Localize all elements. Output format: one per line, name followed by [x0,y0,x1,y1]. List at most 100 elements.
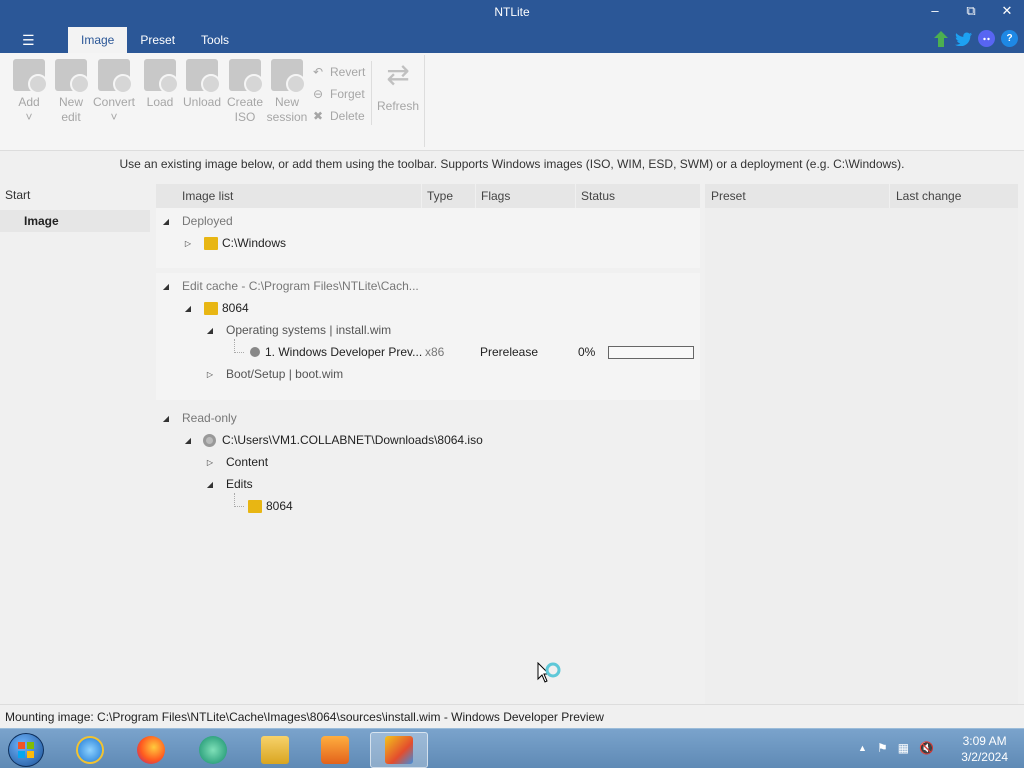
image-list-header: Image list Type Flags Status [156,184,700,208]
expand-arrow-icon[interactable]: ▷ [205,458,215,467]
windows-logo-icon [18,742,34,758]
ribbon-toolbar: Add ˅ New edit Convert ˅ Load Unload Cre… [0,53,1024,151]
busy-cursor-icon [537,662,561,683]
network-icon[interactable]: ▦ [898,741,909,755]
tab-tools[interactable]: Tools [188,27,242,53]
twitter-icon[interactable] [955,30,972,47]
volume-muted-icon[interactable]: 🔇 [919,741,934,755]
ntlite-icon[interactable] [370,732,428,768]
minimize-button[interactable]: ‒ [924,3,946,19]
system-tray: ▲ ⚑ ▦ 🔇 [858,741,934,755]
help-icon[interactable]: ? [1001,30,1018,47]
new-session-button[interactable]: New session [266,59,308,125]
folder-icon [204,301,218,315]
progress-bar [608,346,694,359]
close-button[interactable]: ✕ [996,3,1018,19]
group-deployed: ◢ Deployed ▷ C:\Windows [156,208,700,268]
new-edit-icon [55,59,90,94]
collapse-arrow-icon[interactable]: ◢ [183,436,193,445]
col-flags[interactable]: Flags [476,184,576,208]
col-image-list[interactable]: Image list [156,184,422,208]
window-controls: ‒ ⧉ ✕ [924,3,1018,19]
collapse-arrow-icon[interactable]: ◢ [183,304,193,313]
start-button[interactable] [8,733,44,767]
collapse-arrow-icon[interactable]: ◢ [161,217,171,226]
show-hidden-icons-button[interactable]: ▲ [858,741,867,755]
update-arrow-icon[interactable] [932,30,949,47]
collapse-arrow-icon[interactable]: ◢ [161,414,171,423]
nav-start[interactable]: Start [0,184,150,206]
internet-explorer-icon[interactable] [64,732,116,768]
app-icon[interactable] [187,732,239,768]
tree-item[interactable]: ◢ C:\Users\VM1.COLLABNET\Downloads\8064.… [156,429,700,451]
unload-button[interactable]: Unload [181,59,223,110]
firefox-icon[interactable] [125,732,177,768]
col-preset[interactable]: Preset [705,184,890,208]
hamburger-menu-icon[interactable]: ☰ [22,32,35,49]
image-list-panel: Image list Type Flags Status ◢ Deployed … [156,184,700,705]
col-last-change[interactable]: Last change [890,184,1018,208]
expand-arrow-icon[interactable]: ▷ [205,370,215,379]
revert-icon: ↶ [312,65,324,79]
preset-panel: Preset Last change [705,184,1018,704]
preset-list[interactable] [705,208,1018,704]
delete-icon: ✖ [312,109,324,123]
tree-item[interactable]: ▷ Boot/Setup | boot.wim [156,363,700,385]
create-iso-button[interactable]: Create ISO [224,59,266,125]
toolbar-separator [424,55,425,147]
tab-image[interactable]: Image [68,27,128,53]
action-center-flag-icon[interactable]: ⚑ [877,741,888,755]
revert-button[interactable]: ↶ Revert [311,61,365,83]
tree-item[interactable]: ◢ Operating systems | install.wim [156,319,700,341]
forget-icon: ⊖ [312,87,324,101]
add-button[interactable]: Add ˅ [8,59,50,125]
group-read-only: ◢ Read-only ◢ C:\Users\VM1.COLLABNET\Dow… [156,405,700,705]
expand-arrow-icon[interactable]: ▷ [183,239,193,248]
load-button[interactable]: Load [139,59,181,110]
group-header[interactable]: ◢ Edit cache - C:\Program Files\NTLite\C… [156,275,700,297]
discord-icon[interactable] [978,30,995,47]
toolbar-separator [371,61,372,125]
nav-image[interactable]: Image [0,210,150,232]
media-player-icon[interactable] [309,732,361,768]
status-bar: Mounting image: C:\Program Files\NTLite\… [0,704,1024,728]
window-title: NTLite [494,5,530,19]
file-explorer-icon[interactable] [249,732,301,768]
convert-icon [98,59,133,94]
clock[interactable]: 3:09 AM 3/2/2024 [961,733,1008,765]
collapse-arrow-icon[interactable]: ◢ [161,282,171,291]
unload-icon [186,59,221,94]
small-actions: ↶ Revert ⊖ Forget ✖ Delete [311,61,365,127]
disc-icon [203,433,216,447]
clock-time: 3:09 AM [962,734,1007,748]
restore-button[interactable]: ⧉ [960,3,982,19]
col-type[interactable]: Type [422,184,476,208]
collapse-arrow-icon[interactable]: ◢ [205,326,215,335]
tree-item[interactable]: ▷ C:\Windows [156,232,700,254]
delete-button[interactable]: ✖ Delete [311,105,365,127]
refresh-icon: ⇄ [386,59,410,90]
hint-text: Use an existing image below, or add them… [119,157,905,171]
tree-item[interactable]: ◢ Edits [156,473,700,495]
image-status-icon [250,347,260,357]
social-links: ? [932,30,1018,47]
title-bar: NTLite ‒ ⧉ ✕ ☰ Image Preset Tools ? [0,0,1024,53]
tree-item[interactable]: ▷ Content [156,451,700,473]
group-header[interactable]: ◢ Read-only [156,407,700,429]
new-edit-button[interactable]: New edit [50,59,92,125]
ribbon-tabs: Image Preset Tools [68,27,242,53]
refresh-button[interactable]: ⇄ Refresh [376,59,420,113]
folder-icon [248,499,262,513]
left-nav: Start Image [0,184,150,704]
tree-item[interactable]: 8064 [156,493,700,517]
collapse-arrow-icon[interactable]: ◢ [205,480,215,489]
convert-button[interactable]: Convert ˅ [93,59,135,125]
image-row[interactable]: 1. Windows Developer Prev... x86 Prerele… [156,339,700,363]
col-status[interactable]: Status [576,184,700,208]
forget-button[interactable]: ⊖ Forget [311,83,365,105]
group-header[interactable]: ◢ Deployed [156,210,700,232]
taskbar: ▲ ⚑ ▦ 🔇 3:09 AM 3/2/2024 [0,728,1024,768]
tab-preset[interactable]: Preset [127,27,188,53]
preset-header: Preset Last change [705,184,1018,208]
tree-item[interactable]: ◢ 8064 [156,297,700,319]
